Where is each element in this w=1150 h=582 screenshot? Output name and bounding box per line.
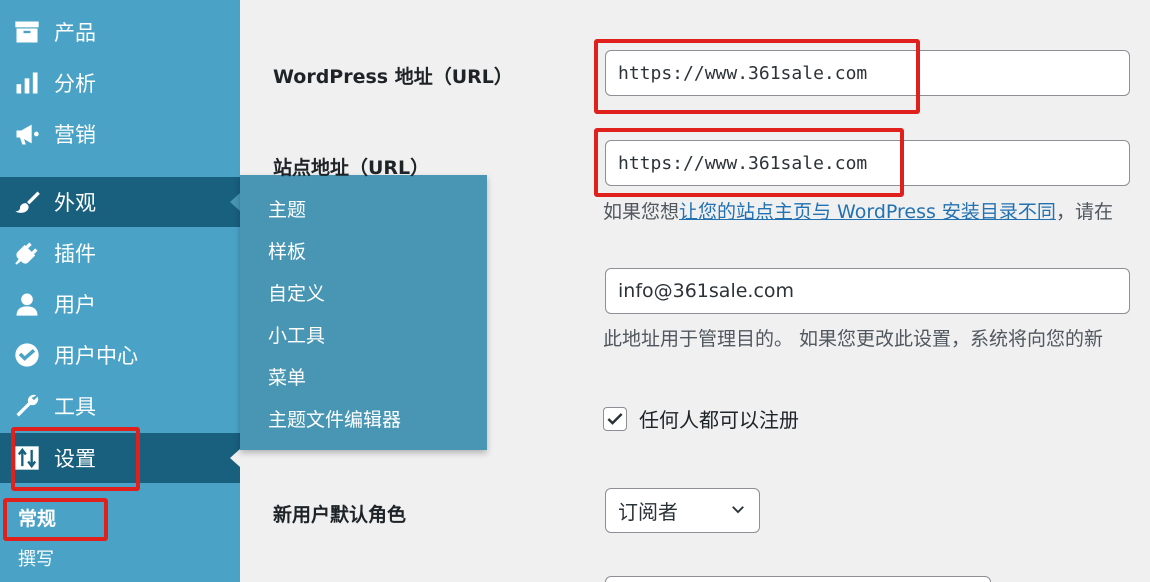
wp-url-label: WordPress 地址（URL） (273, 66, 513, 88)
default-role-selected: 订阅者 (618, 500, 678, 524)
user-icon (12, 289, 42, 319)
sidebar-item-marketing[interactable]: 营销 (0, 109, 240, 159)
chevron-down-icon (729, 499, 747, 523)
sidebar-item-label: 营销 (54, 123, 96, 147)
membership-checkbox-label: 任何人都可以注册 (639, 408, 799, 432)
sidebar-item-label: 分析 (54, 72, 96, 96)
sidebar-item-products[interactable]: 产品 (0, 7, 240, 57)
heart-badge-icon (12, 340, 42, 370)
flyout-item-widgets[interactable]: 小工具 (268, 321, 325, 348)
admin-sidebar: 产品 分析 营销 外观 插件 用户 用户中心 工具 设置 常规 撰写 (0, 0, 240, 582)
sidebar-item-label: 用户中心 (54, 344, 138, 368)
membership-checkbox[interactable] (603, 406, 627, 431)
site-url-input[interactable] (605, 140, 1130, 186)
admin-email-description: 此地址用于管理目的。 如果您更改此设置，系统将向您的新 (603, 328, 1104, 350)
submenu-item-general[interactable]: 常规 (18, 504, 56, 531)
current-page-pointer (230, 449, 240, 467)
default-role-label: 新用户默认角色 (273, 504, 407, 526)
site-url-desc-prefix: 如果您想 (603, 201, 680, 223)
admin-email-input[interactable] (605, 268, 1130, 314)
membership-option[interactable]: 任何人都可以注册 (603, 404, 799, 433)
checkmark-icon (607, 412, 623, 425)
flyout-item-patterns[interactable]: 样板 (268, 237, 306, 264)
flyout-item-menus[interactable]: 菜单 (268, 363, 306, 390)
sidebar-item-analytics[interactable]: 分析 (0, 58, 240, 108)
site-url-help-link[interactable]: 让您的站点主页与 WordPress 安装目录不同 (679, 201, 1056, 223)
sidebar-item-label: 插件 (54, 242, 96, 266)
appearance-flyout-menu: 主题 样板 自定义 小工具 菜单 主题文件编辑器 (240, 175, 487, 450)
sidebar-item-tools[interactable]: 工具 (0, 381, 240, 431)
site-url-desc-suffix: ，请在 (1055, 201, 1113, 223)
sidebar-item-settings[interactable]: 设置 (0, 433, 240, 483)
next-field-input[interactable] (605, 576, 991, 582)
sidebar-item-appearance[interactable]: 外观 (0, 177, 240, 227)
sidebar-item-users[interactable]: 用户 (0, 279, 240, 329)
sidebar-item-plugins[interactable]: 插件 (0, 228, 240, 278)
sidebar-item-label: 产品 (54, 21, 96, 45)
default-role-select[interactable]: 订阅者 (605, 488, 760, 533)
flyout-item-theme-file-editor[interactable]: 主题文件编辑器 (268, 405, 401, 432)
sidebar-item-label: 外观 (54, 191, 96, 215)
flyout-pointer (230, 193, 240, 211)
plugin-icon (12, 238, 42, 268)
flyout-item-customize[interactable]: 自定义 (268, 279, 325, 306)
settings-sliders-icon (12, 443, 42, 473)
sidebar-item-label: 工具 (54, 395, 96, 419)
wrench-icon (12, 391, 42, 421)
wp-url-input[interactable] (605, 50, 1130, 96)
flyout-item-themes[interactable]: 主题 (268, 195, 306, 222)
sidebar-item-label: 设置 (54, 447, 96, 471)
sidebar-item-user-center[interactable]: 用户中心 (0, 330, 240, 380)
site-url-label: 站点地址（URL） (273, 157, 430, 179)
paintbrush-icon (12, 187, 42, 217)
bar-chart-icon (12, 68, 42, 98)
sidebar-item-label: 用户 (54, 293, 96, 317)
site-url-description: 如果您想让您的站点主页与 WordPress 安装目录不同，请在 (603, 197, 1113, 224)
submenu-item-writing[interactable]: 撰写 (18, 545, 54, 571)
megaphone-icon (12, 119, 42, 149)
archive-icon (12, 17, 42, 47)
